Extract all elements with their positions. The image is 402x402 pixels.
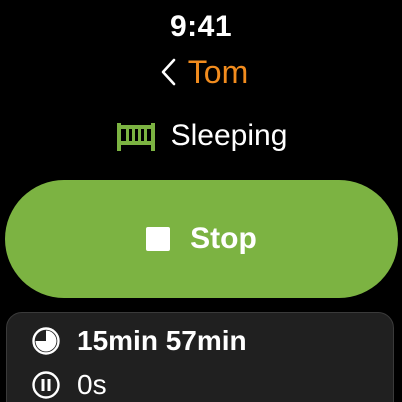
header: Tom [0,52,402,92]
pie-clock-icon [32,327,60,355]
watch-screen: 9:41 Tom Sleeping Stop 15min 57min 0s [0,0,402,402]
session-info-card: 15min 57min 0s [6,312,394,402]
stop-button[interactable]: Stop [5,180,398,298]
crib-icon [116,123,155,151]
activity-status: Sleeping [0,114,402,158]
duration-row: 15min 57min [31,323,247,359]
stop-icon [146,227,171,251]
paused-row: 0s [31,367,107,402]
pause-circle-icon [32,371,60,399]
duration-value: 15min 57min [77,325,247,356]
page-title: Tom [187,54,249,90]
paused-value: 0s [77,369,107,400]
stop-button-label: Stop [190,222,257,255]
status-label: Sleeping [170,119,288,152]
status-time: 9:41 [169,10,233,43]
chevron-left-icon [161,58,176,86]
back-button[interactable] [154,54,182,90]
